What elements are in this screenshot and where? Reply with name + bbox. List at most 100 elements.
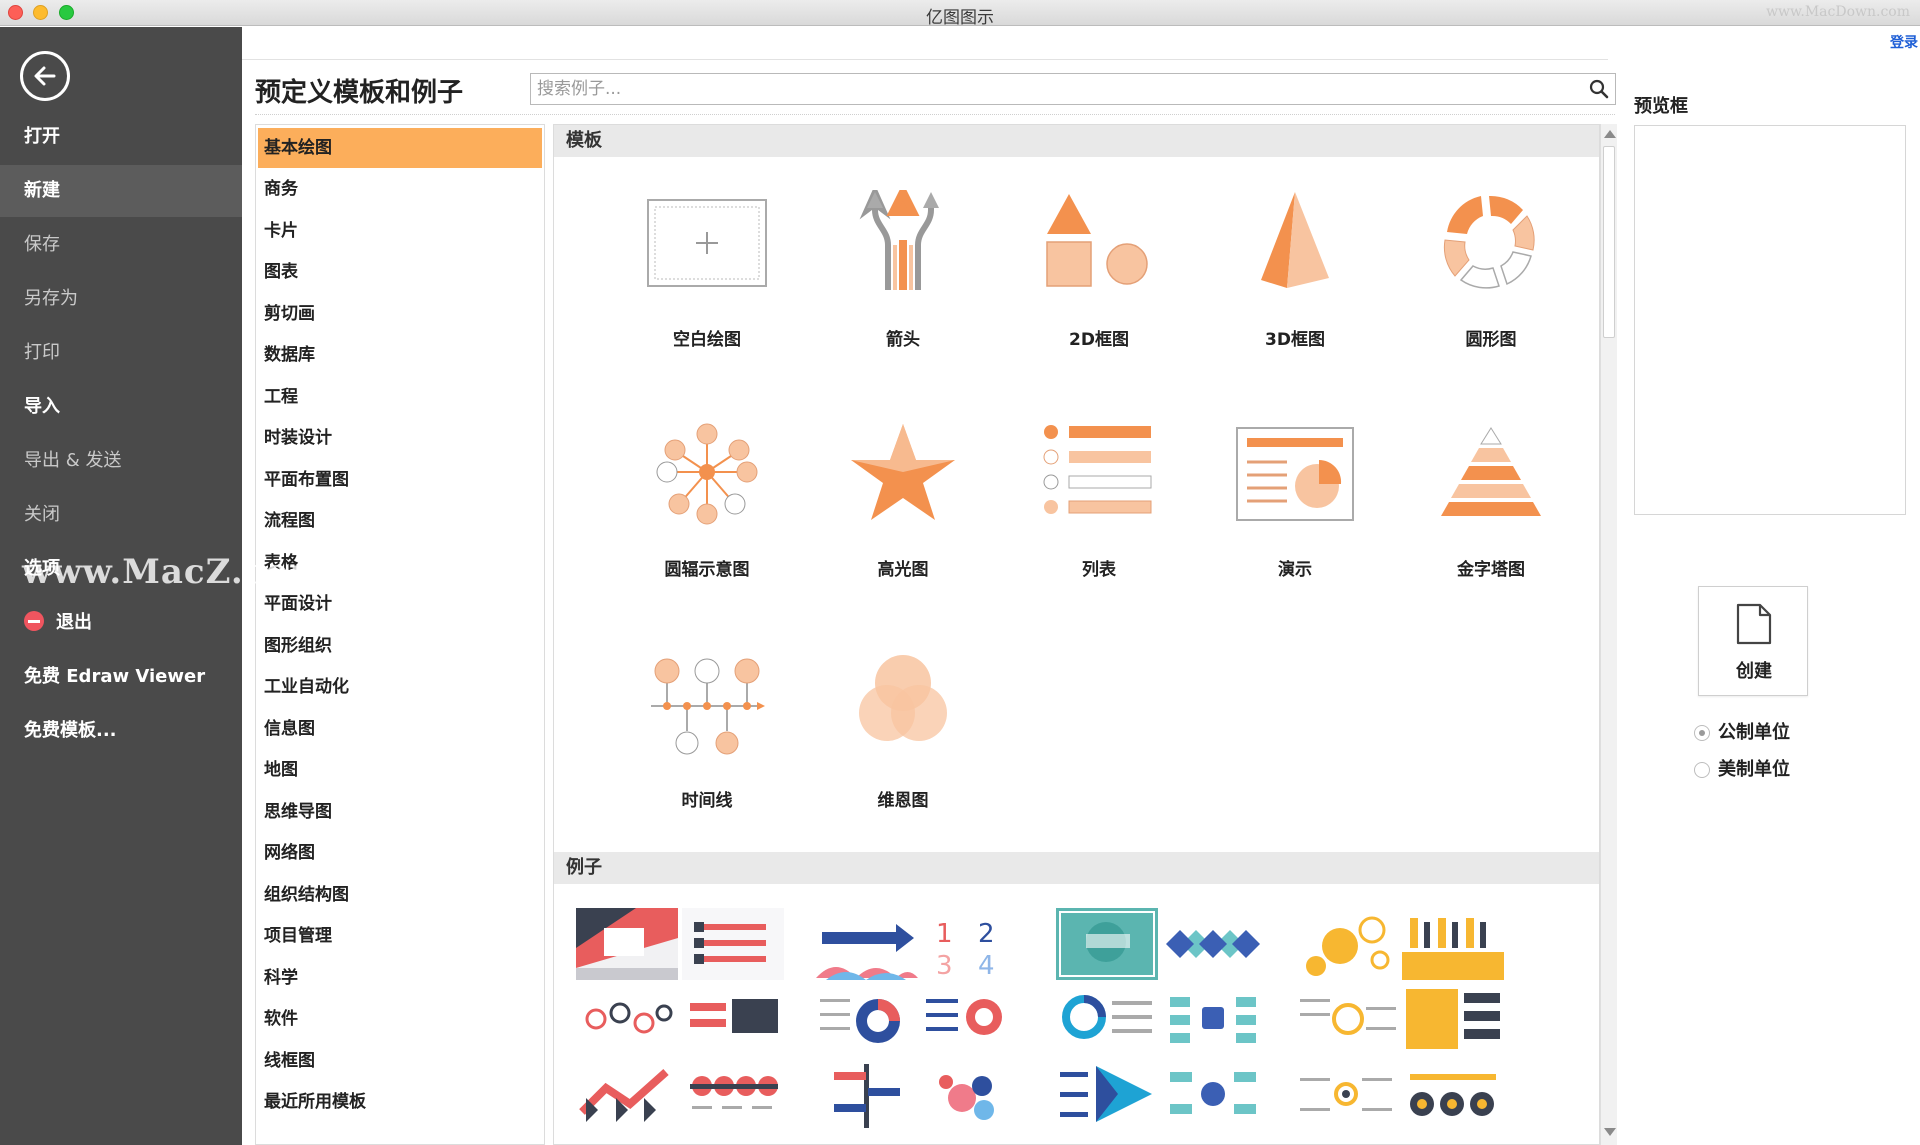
category-item-industrial-automation[interactable]: 工业自动化 [258,667,542,707]
search-icon[interactable] [1589,79,1609,99]
example-thumbnail[interactable] [1162,1058,1264,1130]
category-item-card[interactable]: 卡片 [258,211,542,251]
category-item-clipart[interactable]: 剪切画 [258,294,542,334]
example-thumbnail[interactable] [816,983,918,1055]
category-item-database[interactable]: 数据库 [258,335,542,375]
sidebar-item-open[interactable]: 打开 [0,111,242,163]
example-thumbnail[interactable] [682,1058,784,1130]
example-thumbnail[interactable] [922,983,1024,1055]
scroll-up-arrow-icon[interactable] [1604,130,1616,138]
category-item-network[interactable]: 网络图 [258,833,542,873]
svg-text:4: 4 [978,951,995,980]
sidebar-item-save[interactable]: 保存 [0,219,242,271]
example-thumbnail[interactable] [682,908,784,980]
sidebar-item-print[interactable]: 打印 [0,327,242,379]
timeline-icon [651,658,765,755]
category-item-mind-map[interactable]: 思维导图 [258,792,542,832]
back-button[interactable] [20,51,70,101]
category-item-science[interactable]: 科学 [258,958,542,998]
category-item-business[interactable]: 商务 [258,169,542,209]
sidebar-item-label: 免费 Edraw Viewer [24,666,206,687]
radio-metric[interactable] [1694,725,1710,741]
arrow-left-icon [34,66,56,86]
page-title: 预定义模板和例子 [255,78,464,108]
example-thumbnail[interactable]: 1234 [922,908,1024,980]
scrollbar-thumb[interactable] [1603,146,1615,338]
venn-icon [859,655,947,741]
category-item-org-chart[interactable]: 组织结构图 [258,875,542,915]
category-item-engineering[interactable]: 工程 [258,377,542,417]
template-label: 列表 [1082,560,1116,580]
category-item-recent-templates[interactable]: 最近所用模板 [258,1082,542,1122]
template-label: 空白绘图 [673,330,741,350]
example-thumbnail[interactable] [816,908,918,980]
template-presentation[interactable]: 演示 [1210,420,1380,590]
radio-us[interactable] [1694,762,1710,778]
template-arrows[interactable]: 箭头 [818,190,988,360]
sidebar-item-label: 关闭 [24,504,60,525]
category-item-flowchart[interactable]: 流程图 [258,501,542,541]
category-item-project-management[interactable]: 项目管理 [258,916,542,956]
search-box [530,73,1616,105]
category-item-floor-plan[interactable]: 平面布置图 [258,460,542,500]
exit-icon [24,611,44,631]
example-thumbnail[interactable] [682,983,784,1055]
example-thumbnail[interactable] [816,1058,918,1130]
example-thumbnail[interactable] [922,1058,1024,1130]
category-item-basic-drawing[interactable]: 基本绘图 [258,128,542,168]
example-thumbnail[interactable] [1402,983,1504,1055]
title-bar: 亿图图示 www.MacDown.com [0,0,1920,28]
sidebar-item-edraw-viewer[interactable]: 免费 Edraw Viewer [0,651,242,703]
example-thumbnail[interactable] [1162,983,1264,1055]
example-thumbnail[interactable] [576,1058,678,1130]
example-thumbnail[interactable] [1056,1058,1158,1130]
sidebar-item-label: 另存为 [24,288,78,309]
example-thumbnail[interactable] [1296,908,1398,980]
sidebar-item-exit[interactable]: 退出 [0,597,242,649]
template-blank-drawing[interactable]: 空白绘图 [622,190,792,360]
template-circular[interactable]: 圆形图 [1406,190,1576,360]
sidebar-item-import[interactable]: 导入 [0,381,242,433]
sidebar-item-free-templates[interactable]: 免费模板... [0,705,242,757]
scroll-down-arrow-icon[interactable] [1604,1128,1616,1136]
list-icon [1043,425,1152,514]
example-thumbnail[interactable] [1402,908,1504,980]
sidebar-item-save-as[interactable]: 另存为 [0,273,242,325]
svg-text:1: 1 [936,919,953,949]
template-label: 金字塔图 [1457,560,1525,580]
example-thumbnail[interactable] [1402,1058,1504,1130]
sidebar-item-label: 打印 [24,342,60,363]
login-link[interactable]: 登录 [1890,32,1918,52]
example-thumbnail[interactable] [1296,983,1398,1055]
sidebar-item-new[interactable]: 新建 [0,165,242,217]
template-timeline[interactable]: 时间线 [622,651,792,821]
template-highlight[interactable]: 高光图 [818,420,988,590]
example-thumbnail[interactable] [1162,908,1264,980]
sidebar-item-export-send[interactable]: 导出 & 发送 [0,435,242,487]
gallery-scrollbar[interactable] [1600,124,1617,1145]
search-input[interactable] [531,74,1571,104]
2d-shapes-icon [1046,194,1148,287]
example-thumbnail[interactable] [576,908,678,980]
sidebar-item-label: 退出 [56,612,92,633]
sidebar-item-close[interactable]: 关闭 [0,489,242,541]
category-item-fashion[interactable]: 时装设计 [258,418,542,458]
template-pyramid[interactable]: 金字塔图 [1406,420,1576,590]
template-3d-block[interactable]: 3D框图 [1210,190,1380,360]
example-thumbnail[interactable] [1056,908,1158,980]
category-item-map[interactable]: 地图 [258,750,542,790]
example-thumbnail[interactable] [576,983,678,1055]
template-radial[interactable]: 圆辐示意图 [622,420,792,590]
category-item-software[interactable]: 软件 [258,999,542,1039]
example-thumbnail[interactable] [1056,983,1158,1055]
create-button[interactable]: 创建 [1698,586,1808,696]
category-item-wireframe[interactable]: 线框图 [258,1041,542,1081]
template-2d-shapes[interactable]: 2D框图 [1014,190,1184,360]
category-item-infographic[interactable]: 信息图 [258,709,542,749]
template-list[interactable]: 列表 [1014,420,1184,590]
template-label: 维恩图 [877,791,929,811]
category-item-chart[interactable]: 图表 [258,252,542,292]
template-venn[interactable]: 维恩图 [818,651,988,821]
category-item-graphic-organizer[interactable]: 图形组织 [258,626,542,666]
example-thumbnail[interactable] [1296,1058,1398,1130]
